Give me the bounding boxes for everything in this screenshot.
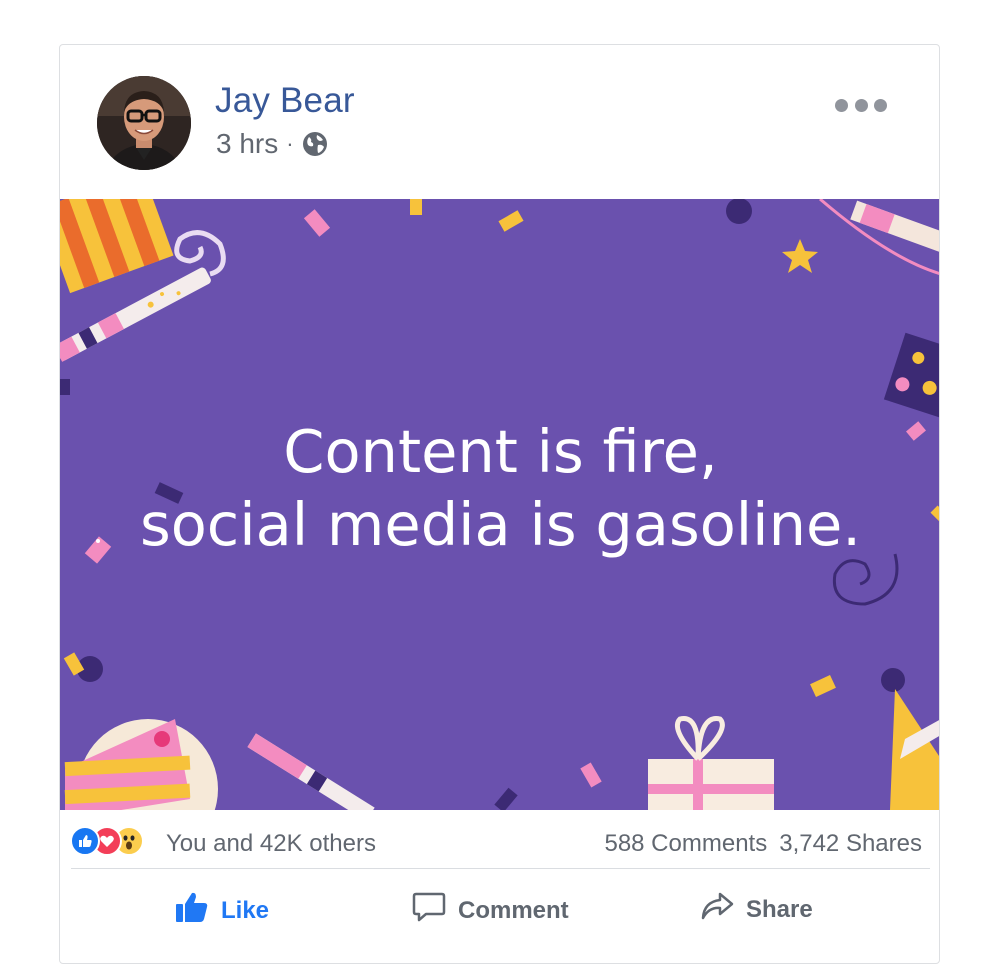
post-card: Jay Bear 3 hrs · Content is fire, social… (59, 44, 940, 964)
like-reaction-icon (70, 826, 100, 856)
globe-icon[interactable] (302, 131, 328, 157)
share-label: Share (746, 895, 813, 923)
post-header: Jay Bear 3 hrs · (60, 45, 939, 199)
more-options-button[interactable] (835, 95, 887, 115)
share-button[interactable]: Share (700, 891, 813, 928)
author-name[interactable]: Jay Bear (215, 81, 355, 121)
more-dot (854, 98, 868, 112)
engagement-counts: 588 Comments 3,742 Shares (604, 830, 922, 858)
headline-line-2: social media is gasoline. (139, 490, 862, 559)
more-dot (835, 98, 848, 112)
post-stats: You and 42K others 588 Comments 3,742 Sh… (60, 810, 939, 870)
comment-label: Comment (458, 896, 569, 924)
headline-line-1: Content is fire, (283, 417, 718, 486)
post-image[interactable]: Content is fire, social media is gasolin… (60, 199, 939, 810)
post-meta: 3 hrs · (216, 128, 328, 160)
like-button[interactable]: Like (175, 891, 269, 930)
reaction-icons[interactable] (70, 826, 144, 856)
image-headline: Content is fire, social media is gasolin… (60, 415, 939, 561)
post-actions: Like Comment Share (60, 871, 939, 951)
meta-separator: · (286, 131, 294, 156)
action-divider (71, 868, 930, 869)
reaction-summary[interactable]: You and 42K others (166, 830, 376, 858)
avatar[interactable] (97, 76, 191, 170)
share-arrow-icon (700, 891, 734, 928)
comment-icon (412, 891, 446, 930)
comments-count[interactable]: 588 Comments (604, 830, 767, 858)
thumbs-up-icon (175, 891, 209, 930)
like-label: Like (221, 896, 270, 924)
more-dot (874, 98, 887, 112)
shares-count[interactable]: 3,742 Shares (779, 830, 922, 858)
comment-button[interactable]: Comment (412, 891, 569, 930)
post-time[interactable]: 3 hrs (216, 128, 278, 160)
